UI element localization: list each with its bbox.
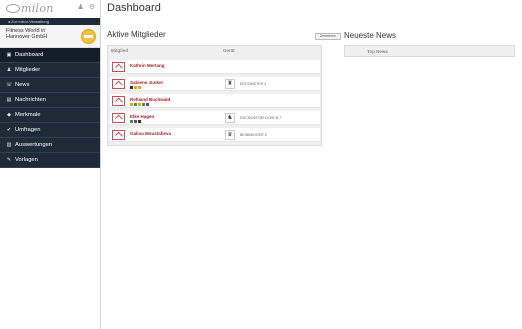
tag-dot [134, 86, 137, 89]
member-tags [130, 86, 141, 89]
logo-ring-icon [6, 4, 20, 13]
device-name: ERGOMETER 4 [240, 82, 267, 86]
sidebar-item-news[interactable]: ☏ News [0, 78, 100, 93]
leg-curl-icon: ♛ [225, 130, 235, 140]
member-name[interactable]: Sabiene Junker [130, 80, 163, 85]
news-title: Neueste News [344, 31, 397, 40]
avatar [112, 113, 125, 123]
column-header-member: Mitglied [111, 48, 128, 53]
member-tags [130, 120, 141, 123]
tag-dot [138, 103, 141, 106]
back-to-milon-link[interactable]: ◂ Zur milon-Verwaltung [0, 18, 100, 25]
sidebar-item-label: Vorlagen [15, 156, 38, 163]
sidebar: milon ♟ ⚙ ◂ Zur milon-Verwaltung Fitness… [0, 0, 101, 329]
tag-dot [138, 120, 141, 123]
main-content: Dashboard Aktive Mitglieder Zentrieren M… [101, 0, 522, 329]
table-row[interactable]: Kathrin Mertang [110, 60, 320, 74]
active-members-panel: Mitglied Gerät Kathrin Mertang Sabiene J… [107, 45, 322, 146]
dashboard-icon: ▣ [6, 51, 12, 58]
settings-icon[interactable]: ⚙ [89, 4, 95, 12]
table-row[interactable]: Rehland Buchwald [110, 94, 320, 108]
device-name: RÜCKENSTRECKER B 7 [240, 116, 282, 120]
sidebar-header: milon ♟ ⚙ [0, 0, 100, 18]
table-header: Mitglied Gerät [108, 46, 321, 55]
device-name: BEINBEUGER 5 [240, 133, 267, 137]
tag-dot [146, 103, 149, 106]
member-name[interactable]: Galina Moustafieva [130, 131, 171, 136]
sidebar-item-mitglieder[interactable]: ♟ Mitglieder [0, 63, 100, 78]
tag-dot [134, 103, 137, 106]
table-row[interactable]: Sabiene Junker ♜ ERGOMETER 4 [110, 77, 320, 91]
tag-icon: ◆ [7, 111, 11, 118]
tag-dot [142, 103, 145, 106]
sidebar-item-label: Nachrichten [15, 96, 46, 103]
tag-dot [130, 86, 133, 89]
member-name[interactable]: Kathrin Mertang [130, 63, 165, 68]
sidebar-item-vorlagen[interactable]: ✎ Vorlagen [0, 153, 100, 168]
check-icon: ✔ [6, 126, 12, 133]
sidebar-item-dashboard[interactable]: ▣ Dashboard [0, 48, 100, 63]
sidebar-item-label: Dashboard [15, 51, 44, 58]
tag-dot [138, 86, 141, 89]
tag-dot [130, 103, 133, 106]
sidebar-item-label: Mitglieder [15, 66, 41, 73]
avatar [112, 96, 125, 106]
sidebar-item-umfragen[interactable]: ✔ Umfragen [0, 123, 100, 138]
avatar [112, 62, 125, 72]
tag-dot [130, 120, 133, 123]
table-row[interactable]: Galina Moustafieva ♛ BEINBEUGER 5 [110, 128, 320, 142]
ergometer-icon: ♜ [225, 79, 235, 89]
sidebar-item-label: Auswertungen [15, 141, 53, 148]
column-header-device: Gerät [223, 48, 235, 53]
top-news-label: Top News [367, 49, 388, 54]
avatar [112, 130, 125, 140]
sidebar-item-nachrichten[interactable]: ▤ Nachrichten [0, 93, 100, 108]
top-news-panel: Top News [344, 45, 515, 57]
message-icon: ▤ [6, 96, 12, 103]
milon-logo[interactable]: milon [6, 2, 54, 15]
member-name[interactable]: Rehland Buchwald [130, 97, 170, 102]
center-button[interactable]: Zentrieren [315, 33, 341, 40]
megaphone-icon: ☏ [6, 81, 13, 88]
table-row[interactable]: Elke Hagen ♞ RÜCKENSTRECKER B 7 [110, 111, 320, 125]
tag-dot [134, 120, 137, 123]
sidebar-item-merkmale[interactable]: ◆ Merkmale [0, 108, 100, 123]
avatar [112, 79, 125, 89]
sidebar-item-label: News [15, 81, 30, 88]
sidebar-item-auswertungen[interactable]: ▥ Auswertungen [0, 138, 100, 153]
back-extension-icon: ♞ [225, 113, 235, 123]
member-tags [130, 103, 149, 106]
user-icon: ♟ [6, 66, 12, 73]
pencil-icon: ✎ [6, 156, 12, 163]
user-icon[interactable]: ♟ [77, 4, 83, 12]
page-title: Dashboard [107, 2, 161, 14]
club-logo [81, 29, 96, 44]
sidebar-item-label: Umfragen [15, 126, 41, 133]
member-name[interactable]: Elke Hagen [130, 114, 154, 119]
active-members-title: Aktive Mitglieder [107, 30, 166, 39]
sidebar-item-label: Merkmale [15, 111, 41, 118]
chart-icon: ▥ [6, 141, 12, 148]
club-info: Fitness World in Hannover GmbH [0, 25, 100, 48]
